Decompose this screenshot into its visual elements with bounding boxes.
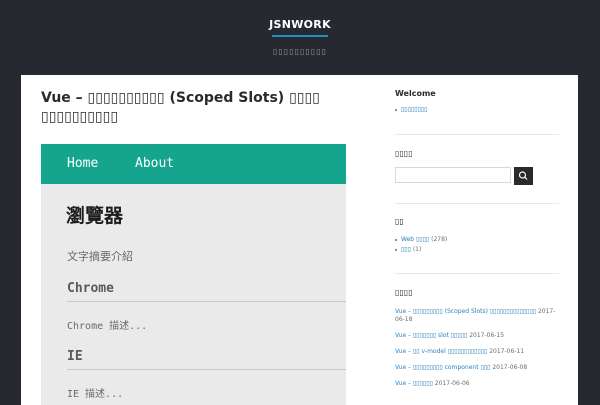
recent-post-date: 2017-06-11 (489, 348, 525, 355)
category-link-web[interactable]: Web ▯▯▯▯ (401, 236, 429, 243)
demo-nav: Home About (41, 144, 346, 184)
list-item: ▯▯▯ (1) (395, 245, 447, 255)
list-item: ▯▯▯▯▯▯▯▯ (395, 105, 427, 115)
widget-title-categories: ▯▯ (395, 217, 404, 226)
welcome-link[interactable]: ▯▯▯▯▯▯▯▯ (401, 106, 427, 113)
list-item: Vue – ▯▯▯▯▯▯▯ slot ▯▯▯▯▯ 2017-06-15 (395, 332, 559, 340)
category-count: (1) (412, 246, 422, 253)
recent-post-date: 2017-06-08 (492, 364, 528, 371)
demo-nav-about: About (135, 156, 175, 171)
recent-post-date: 2017-06-06 (434, 380, 470, 387)
recent-post-link[interactable]: Vue – ▯▯▯▯▯▯▯▯▯ (Scoped Slots) ▯▯▯▯▯▯▯▯▯… (395, 308, 536, 315)
recent-post-link[interactable]: Vue – ▯▯▯▯▯▯▯ slot ▯▯▯▯▯ (395, 332, 467, 339)
recent-post-link[interactable]: Vue – ▯▯▯▯▯▯▯▯▯ component ▯▯▯ (395, 364, 490, 371)
categories-list: Web ▯▯▯▯ (278) ▯▯▯ (1) (395, 235, 447, 255)
widget-title-welcome: Welcome (395, 89, 436, 98)
search-icon (518, 171, 528, 180)
recent-post-link[interactable]: Vue – ▯▯ v-model ▯▯▯▯▯▯▯▯▯▯▯▯ (395, 348, 487, 355)
search-button[interactable] (514, 167, 533, 185)
list-item: Vue – ▯▯▯▯▯▯▯▯▯ component ▯▯▯ 2017-06-08 (395, 364, 559, 372)
recent-post-date: 2017-06-15 (469, 332, 505, 339)
widget-divider (395, 273, 559, 274)
demo-item-desc-chrome: Chrome 描述... (67, 321, 148, 332)
demo-heading: 瀏覽器 (66, 205, 124, 227)
widget-divider (395, 203, 559, 204)
demo-item-title-chrome: Chrome (67, 281, 114, 296)
search-input[interactable] (395, 167, 511, 183)
widget-title-search: ▯▯▯▯ (395, 149, 413, 158)
widget-divider (395, 134, 559, 135)
demo-nav-home: Home (67, 156, 99, 171)
content-card: Vue – ▯▯▯▯▯▯▯▯▯▯ (Scoped Slots) ▯▯▯▯ ▯▯▯… (21, 75, 578, 405)
list-item: Vue – ▯▯▯▯▯▯ 2017-06-06 (395, 380, 559, 388)
demo-item-divider (67, 301, 346, 302)
demo-item-divider (67, 369, 346, 370)
demo-item-title-ie: IE (67, 349, 83, 364)
recent-post-link[interactable]: Vue – ▯▯▯▯▯▯ (395, 380, 433, 387)
category-count: (278) (431, 236, 448, 243)
site-header: JSNWORK ▯▯▯▯▯▯▯▯▯▯ (0, 0, 600, 74)
post-featured-image: Home About 瀏覽器 文字摘要介紹 Chrome Chrome 描述..… (41, 144, 346, 405)
category-link-other[interactable]: ▯▯▯ (401, 246, 411, 253)
list-item: Web ▯▯▯▯ (278) (395, 235, 447, 245)
post-title[interactable]: Vue – ▯▯▯▯▯▯▯▯▯▯ (Scoped Slots) ▯▯▯▯ ▯▯▯… (41, 89, 356, 127)
welcome-list: ▯▯▯▯▯▯▯▯ (395, 105, 427, 115)
recent-posts-list: Vue – ▯▯▯▯▯▯▯▯▯ (Scoped Slots) ▯▯▯▯▯▯▯▯▯… (395, 308, 559, 396)
sidebar: Welcome ▯▯▯▯▯▯▯▯ ▯▯▯▯ ▯▯ Web ▯▯▯▯ (278) … (395, 75, 565, 405)
site-title[interactable]: JSNWORK (0, 18, 600, 31)
list-item: Vue – ▯▯ v-model ▯▯▯▯▯▯▯▯▯▯▯▯ 2017-06-11 (395, 348, 559, 356)
site-tagline: ▯▯▯▯▯▯▯▯▯▯ (272, 47, 328, 56)
list-item: Vue – ▯▯▯▯▯▯▯▯▯ (Scoped Slots) ▯▯▯▯▯▯▯▯▯… (395, 308, 559, 324)
demo-description: 文字摘要介紹 (67, 250, 133, 263)
demo-item-desc-ie: IE 描述... (67, 389, 124, 400)
title-underline (272, 35, 328, 37)
widget-title-recent-posts: ▯▯▯▯ (395, 288, 413, 297)
